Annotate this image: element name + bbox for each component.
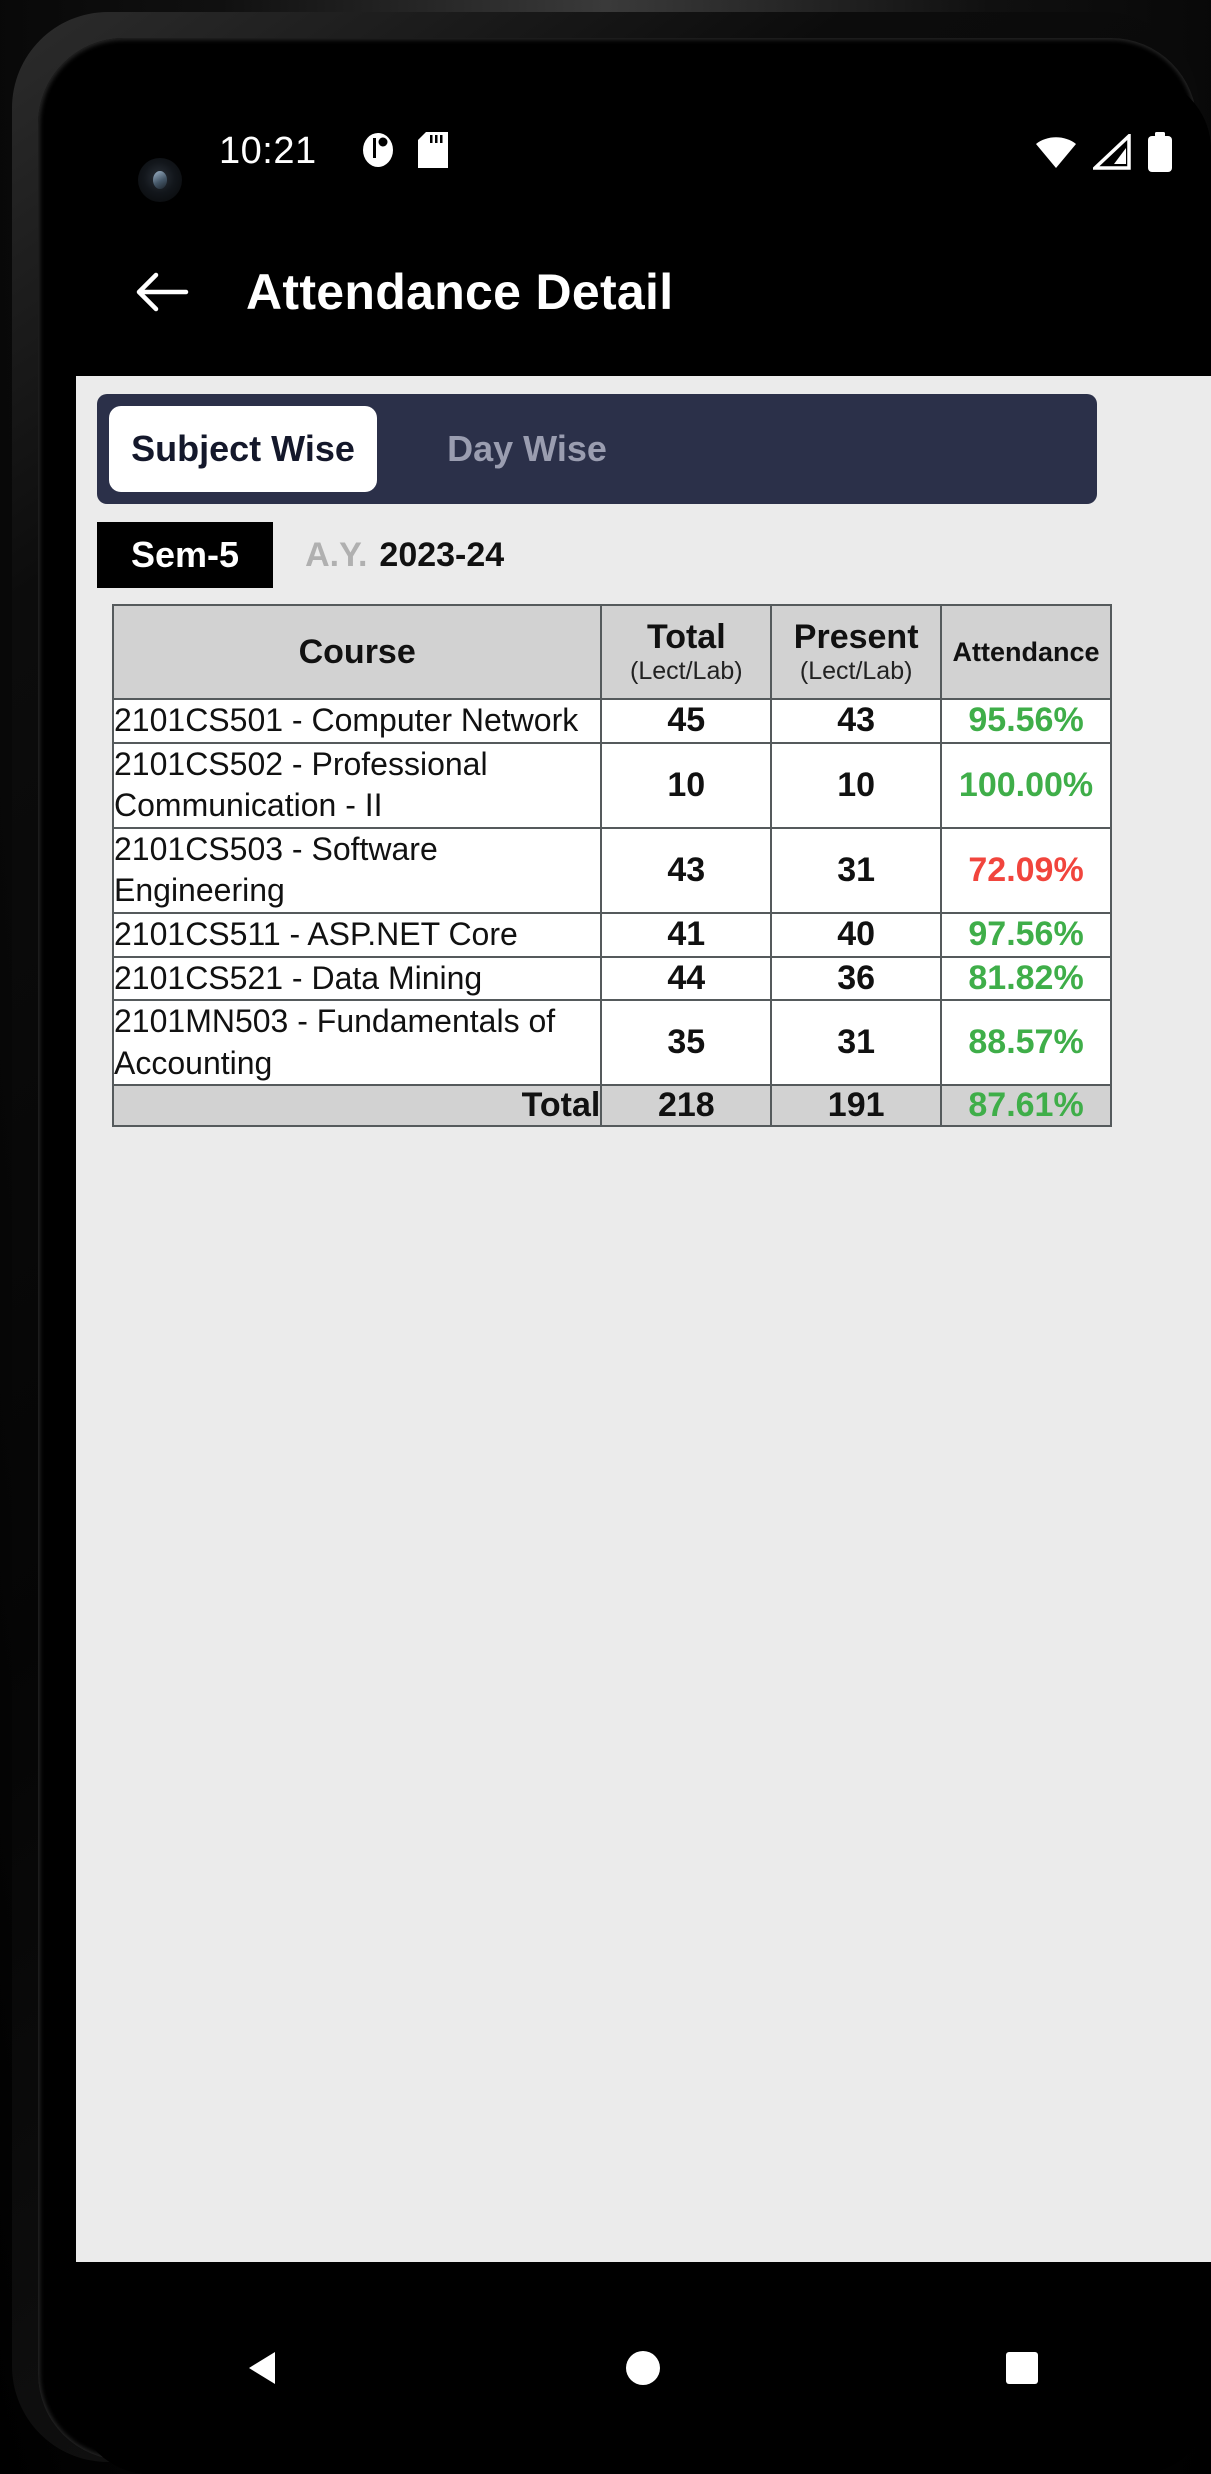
tab-subject-wise[interactable]: Subject Wise (109, 406, 377, 492)
cell-attendance-sum: 87.61% (940, 1084, 1112, 1128)
nav-back-button[interactable] (220, 2323, 310, 2413)
cellular-signal-icon (1093, 134, 1131, 170)
cell-total: 45 (600, 698, 773, 744)
tab-day-wise[interactable]: Day Wise (377, 406, 677, 492)
academic-year-value: 2023-24 (379, 535, 505, 574)
nav-recents-button[interactable] (977, 2323, 1067, 2413)
cell-course: 2101CS501 - Computer Network (111, 698, 603, 744)
cell-present: 36 (770, 955, 943, 1002)
cell-attendance: 100.00% (940, 741, 1112, 829)
table-header: Course Total (Lect/Lab) Present (Lect/La… (111, 603, 1112, 701)
cell-attendance: 95.56% (940, 698, 1112, 744)
cell-total: 41 (600, 912, 773, 958)
cell-present: 40 (770, 912, 943, 958)
cell-course: 2101CS511 - ASP.NET Core (111, 912, 603, 958)
tab-bar: Subject Wise Day Wise (97, 394, 1097, 504)
column-header-course-label: Course (298, 633, 416, 671)
page-title: Attendance Detail (246, 264, 674, 320)
semester-badge[interactable]: Sem-5 (97, 522, 274, 588)
battery-icon (1148, 132, 1172, 172)
cell-course: 2101CS503 - Software Engineering (111, 826, 603, 915)
table-header-row: Course Total (Lect/Lab) Present (Lect/La… (111, 603, 1112, 701)
cell-total-sum: 218 (600, 1084, 773, 1128)
column-header-total: Total (Lect/Lab) (600, 603, 773, 701)
attendance-table: Course Total (Lect/Lab) Present (Lect/La… (111, 603, 1112, 1128)
status-icons-group (1035, 132, 1173, 172)
column-header-total-label: Total (646, 618, 726, 656)
cell-total: 35 (600, 999, 773, 1087)
cell-total: 44 (600, 955, 773, 1002)
sd-card-icon (418, 132, 448, 168)
table-row[interactable]: 2101MN503 - Fundamentals of Accounting 3… (111, 999, 1112, 1087)
phone-bezel: 10:21 Attendance Detail Subject Wise Day… (38, 38, 1211, 2474)
status-time: 10:21 (219, 130, 317, 172)
table-total-row: Total 218 191 87.61% (111, 1084, 1112, 1128)
column-header-present-sub: (Lect/Lab) (799, 657, 913, 686)
nav-home-button[interactable] (598, 2323, 688, 2413)
table-row[interactable]: 2101CS511 - ASP.NET Core 41 40 97.56% (111, 912, 1112, 958)
column-header-course: Course (111, 603, 603, 701)
column-header-present: Present (Lect/Lab) (770, 603, 943, 701)
screen: 10:21 Attendance Detail Subject Wise Day… (76, 76, 1211, 2474)
cell-present: 31 (770, 999, 943, 1087)
cell-course: 2101CS502 - Professional Communication -… (111, 741, 603, 829)
cell-course: 2101CS521 - Data Mining (111, 955, 603, 1002)
cell-total-label: Total (111, 1084, 603, 1128)
content-area: Subject Wise Day Wise Sem-5 A.Y. 2023-24 (76, 376, 1211, 2262)
cell-course: 2101MN503 - Fundamentals of Accounting (111, 999, 603, 1087)
cell-present: 43 (770, 698, 943, 744)
wifi-icon (1036, 137, 1076, 168)
phone-frame: 10:21 Attendance Detail Subject Wise Day… (0, 0, 1211, 2474)
status-bar: 10:21 (76, 76, 1211, 208)
table-row[interactable]: 2101CS502 - Professional Communication -… (111, 741, 1112, 829)
cell-present: 31 (770, 826, 943, 915)
home-circle-icon (626, 2351, 661, 2385)
column-header-present-label: Present (793, 618, 919, 656)
table-body: 2101CS501 - Computer Network 45 43 95.56… (111, 698, 1112, 1128)
column-header-attendance-label: Attendance (952, 636, 1100, 667)
academic-year-label: A.Y. (305, 535, 368, 574)
back-button[interactable] (132, 262, 192, 322)
app-bar: Attendance Detail (76, 208, 1211, 376)
cell-attendance: 88.57% (940, 999, 1112, 1087)
cell-present: 10 (770, 741, 943, 829)
notification-icon (363, 133, 393, 167)
cell-total: 10 (600, 741, 773, 829)
cell-attendance: 81.82% (940, 955, 1112, 1002)
column-header-total-sub: (Lect/Lab) (630, 657, 743, 686)
cell-attendance: 72.09% (940, 826, 1112, 915)
system-nav-bar (76, 2262, 1211, 2474)
filter-row: Sem-5 A.Y. 2023-24 (97, 522, 504, 588)
front-camera-icon (138, 158, 182, 202)
back-arrow-icon (136, 272, 189, 312)
cell-attendance: 97.56% (940, 912, 1112, 958)
table-row[interactable]: 2101CS521 - Data Mining 44 36 81.82% (111, 955, 1112, 1002)
table-row[interactable]: 2101CS503 - Software Engineering 43 31 7… (111, 826, 1112, 915)
cell-present-sum: 191 (770, 1084, 943, 1128)
phone-body: 10:21 Attendance Detail Subject Wise Day… (12, 12, 1211, 2474)
recents-square-icon (1005, 2352, 1038, 2384)
cell-total: 43 (600, 826, 773, 915)
back-triangle-icon (249, 2352, 276, 2384)
column-header-attendance: Attendance (940, 603, 1112, 701)
table-row[interactable]: 2101CS501 - Computer Network 45 43 95.56… (111, 698, 1112, 744)
